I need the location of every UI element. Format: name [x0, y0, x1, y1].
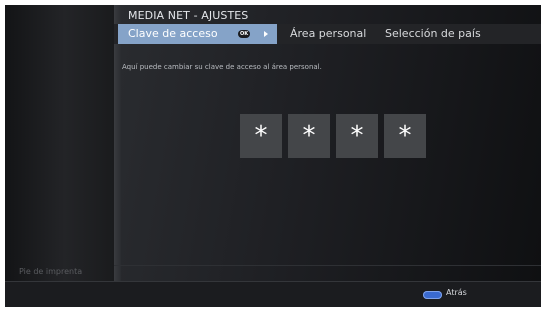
pin-digit-box[interactable]: *	[336, 114, 378, 158]
pin-digit-box[interactable]: *	[288, 114, 330, 158]
footer-bar: Atrás	[5, 281, 541, 307]
settings-menu: Clave de acceso OK Área personal Selecci…	[114, 24, 541, 44]
tab-label: Clave de acceso	[128, 27, 218, 40]
description-text: Aquí puede cambiar su clave de acceso al…	[122, 63, 322, 71]
imprint-link[interactable]: Pie de imprenta	[19, 267, 82, 276]
tab-seleccion-de-pais[interactable]: Selección de país	[385, 24, 481, 44]
sidebar: Pie de imprenta	[5, 5, 114, 281]
divider	[114, 265, 541, 266]
tv-screen: Pie de imprenta MEDIA NET - AJUSTES Clav…	[5, 5, 541, 307]
tab-area-personal[interactable]: Área personal	[290, 24, 366, 44]
tab-clave-de-acceso[interactable]: Clave de acceso OK	[118, 24, 277, 44]
blue-button-icon	[423, 291, 442, 299]
arrow-right-icon	[264, 31, 268, 37]
page-title: MEDIA NET - AJUSTES	[128, 9, 249, 22]
settings-panel: MEDIA NET - AJUSTES Clave de acceso OK Á…	[114, 5, 541, 281]
pin-digit-box[interactable]: *	[384, 114, 426, 158]
ok-icon: OK	[238, 30, 250, 38]
back-button[interactable]: Atrás	[446, 288, 467, 297]
pin-digit-box[interactable]: *	[240, 114, 282, 158]
